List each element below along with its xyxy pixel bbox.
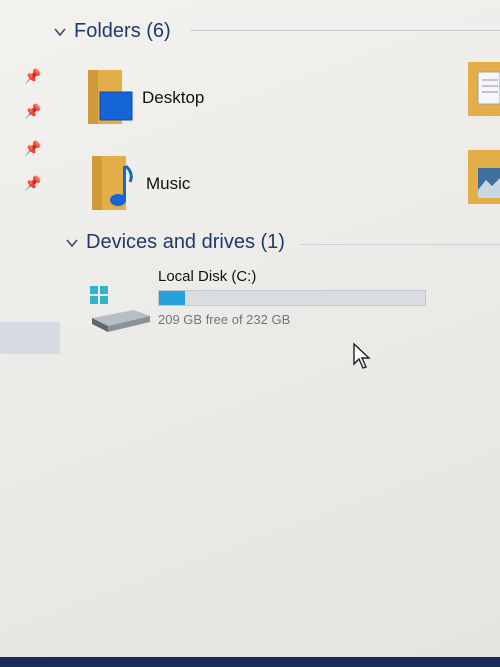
mouse-cursor-icon xyxy=(353,342,371,369)
drive-name: Local Disk (C:) xyxy=(158,268,257,285)
folders-group-title: Folders (6) xyxy=(74,20,171,42)
music-folder-icon xyxy=(92,156,133,210)
drive-usage-fill xyxy=(159,291,186,305)
nav-item-selected[interactable] xyxy=(0,322,60,354)
taskbar xyxy=(0,657,500,667)
pictures-folder-icon[interactable] xyxy=(464,148,500,206)
pin-icon[interactable]: 📌 xyxy=(24,175,41,191)
chevron-down-icon[interactable] xyxy=(66,237,78,249)
pin-icon[interactable]: 📌 xyxy=(24,140,41,156)
devices-group-header[interactable]: Devices and drives (1) xyxy=(66,231,285,254)
drive-icon xyxy=(90,286,150,332)
group-divider xyxy=(300,244,500,245)
desktop-folder-icon xyxy=(88,70,133,124)
group-divider xyxy=(190,30,500,31)
devices-group-title: Devices and drives (1) xyxy=(86,231,285,253)
navigation-pane: 📌 📌 📌 📌 xyxy=(0,0,60,667)
chevron-down-icon[interactable] xyxy=(54,26,66,38)
folder-label: Music xyxy=(146,174,191,193)
folder-tile-music[interactable]: Music xyxy=(90,152,190,212)
drive-tile-c[interactable]: Local Disk (C:) 209 GB free of 232 GB xyxy=(88,268,448,338)
drive-free-space: 209 GB free of 232 GB xyxy=(158,312,291,327)
folders-group-header[interactable]: Folders (6) xyxy=(54,20,171,43)
drive-usage-bar xyxy=(158,290,426,306)
documents-folder-icon[interactable] xyxy=(464,60,500,118)
pin-icon[interactable]: 📌 xyxy=(24,103,41,119)
folder-tile-desktop[interactable]: Desktop xyxy=(86,66,204,126)
folder-label: Desktop xyxy=(142,88,205,107)
pin-icon[interactable]: 📌 xyxy=(24,68,41,84)
